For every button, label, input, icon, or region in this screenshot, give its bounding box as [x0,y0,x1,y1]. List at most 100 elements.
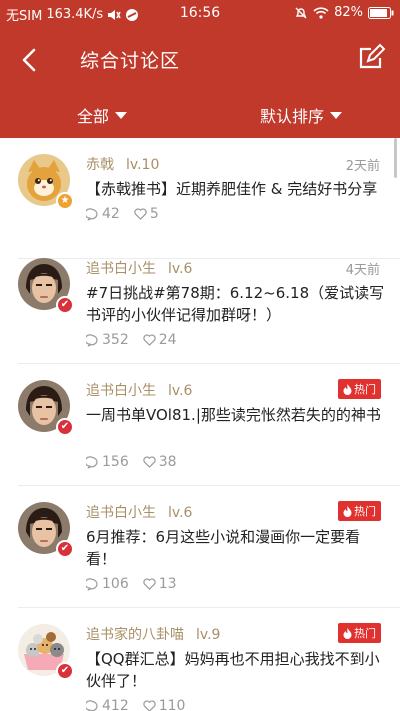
hot-badge: 热门 [338,623,381,643]
comment-icon [86,577,98,591]
avatar[interactable]: ✔ [18,258,74,314]
back-button[interactable] [12,42,48,78]
comment-count-label: 106 [102,576,129,592]
post-stats: 106 13 [86,576,177,592]
like-count-label: 5 [149,206,159,222]
like-count-label: 38 [158,454,177,470]
post-title: 【赤戟推书】近期养肥佳作 & 完结好书分享 [86,180,378,198]
author-name[interactable]: 追书家的八卦喵 [86,624,184,644]
comment-icon [86,333,98,347]
star-badge-icon: ★ [56,192,74,210]
post-stats: 42 5 [86,206,159,222]
hot-label: 热门 [354,383,376,396]
author-level: lv.6 [168,261,193,277]
like-count[interactable]: 24 [143,332,177,348]
author-level: lv.10 [126,157,160,173]
post-time: 2天前 [345,159,380,174]
comment-count-label: 42 [102,206,120,222]
comment-icon [86,699,98,711]
like-count-label: 24 [158,332,177,348]
heart-icon [143,578,156,590]
heart-icon [143,334,156,346]
post-meta: 赤戟 lv.10 [86,154,159,174]
post-meta: 追书白小生 lv.6 [86,380,192,400]
verified-badge-icon: ✔ [56,540,74,558]
comment-count[interactable]: 156 [86,454,129,470]
page-title: 综合讨论区 [80,50,181,72]
hot-label: 热门 [354,505,376,518]
flame-icon [343,505,352,517]
post-title: 一周书单VOl81.|那些读完怅然若失的的神书 [86,406,381,424]
nav-bar: 综合讨论区 [0,28,400,90]
comment-count[interactable]: 42 [86,206,120,222]
heart-icon [143,456,156,468]
flame-icon [343,627,352,639]
like-count-label: 110 [158,698,186,711]
post-list[interactable]: ★ 赤戟 lv.10 2天前 【赤戟推书】近期养肥佳作 & 完结好书分享 42 … [0,138,400,711]
filter-all-label: 全部 [77,107,110,126]
author-name[interactable]: 追书白小生 [86,380,156,400]
like-count[interactable]: 13 [143,576,177,592]
sort-label: 默认排序 [260,107,325,126]
avatar[interactable]: ✔ [18,502,74,558]
post-item[interactable]: ★ 赤戟 lv.10 2天前 【赤戟推书】近期养肥佳作 & 完结好书分享 42 … [0,138,400,259]
post-title: 【QQ群汇总】妈妈再也不用担心我找不到小伙伴了！ [86,650,380,690]
post-stats: 156 38 [86,454,177,470]
battery-percent: 82% [334,5,363,20]
heart-icon [143,700,156,711]
status-bar: 无SIM 163.4K/s 16:56 82% [0,0,400,28]
author-name[interactable]: 追书白小生 [86,258,156,278]
post-title: 6月推荐：6月这些小说和漫画你一定要看看！ [86,528,361,568]
comment-count[interactable]: 352 [86,332,129,348]
comment-count-label: 412 [102,698,129,711]
post-item[interactable]: ✔ 追书家的八卦喵 lv.9 热门 【QQ群汇总】妈妈再也不用担心我找不到小伙伴… [0,608,400,711]
hot-badge: 热门 [338,379,381,399]
post-time: 4天前 [345,263,380,278]
comment-count-label: 352 [102,332,129,348]
compose-icon [359,43,386,69]
post-stats: 412 110 [86,698,185,711]
author-level: lv.6 [168,505,193,521]
scrollbar[interactable] [394,138,397,178]
alarm-off-icon [295,7,307,18]
caret-down-icon [115,111,128,119]
verified-badge-icon: ✔ [56,418,74,436]
comment-icon [86,207,98,221]
post-meta: 追书白小生 lv.6 [86,502,192,522]
comment-count[interactable]: 412 [86,698,129,711]
avatar[interactable]: ✔ [18,380,74,436]
filter-bar: 全部 默认排序 [0,90,400,138]
like-count[interactable]: 38 [143,454,177,470]
verified-badge-icon: ✔ [56,296,74,314]
post-title: #7日挑战#第78期：6.12~6.18（爱试读写书评的小伙伴记得加群呀！） [86,284,385,324]
author-name[interactable]: 赤戟 [86,154,114,174]
like-count[interactable]: 110 [143,698,186,711]
author-name[interactable]: 追书白小生 [86,502,156,522]
back-arrow-icon [22,48,36,72]
author-level: lv.6 [168,383,193,399]
comment-count[interactable]: 106 [86,576,129,592]
comment-count-label: 156 [102,454,129,470]
heart-icon [134,208,147,220]
app-header: 无SIM 163.4K/s 16:56 82% 综合讨论区 全部 默认排序 [0,0,400,138]
wifi-icon [313,6,329,19]
post-item[interactable]: ✔ 追书白小生 lv.6 热门 6月推荐：6月这些小说和漫画你一定要看看！ 10… [0,486,400,608]
flame-icon [343,383,352,395]
like-count-label: 13 [158,576,177,592]
post-stats: 352 24 [86,332,177,348]
compose-button[interactable] [356,43,386,73]
avatar[interactable]: ✔ [18,624,74,680]
battery-icon [368,6,394,19]
comment-icon [86,455,98,469]
filter-all-dropdown[interactable]: 全部 [77,103,128,127]
avatar[interactable]: ★ [18,154,74,210]
hot-badge: 热门 [338,501,381,521]
hot-label: 热门 [354,627,376,640]
post-item[interactable]: ✔ 追书白小生 lv.6 4天前 #7日挑战#第78期：6.12~6.18（爱试… [0,242,400,364]
sort-dropdown[interactable]: 默认排序 [260,103,343,127]
post-item[interactable]: ✔ 追书白小生 lv.6 热门 一周书单VOl81.|那些读完怅然若失的的神书 … [0,364,400,486]
verified-badge-icon: ✔ [56,662,74,680]
like-count[interactable]: 5 [134,206,159,222]
post-meta: 追书白小生 lv.6 [86,258,192,278]
author-level: lv.9 [196,627,221,643]
